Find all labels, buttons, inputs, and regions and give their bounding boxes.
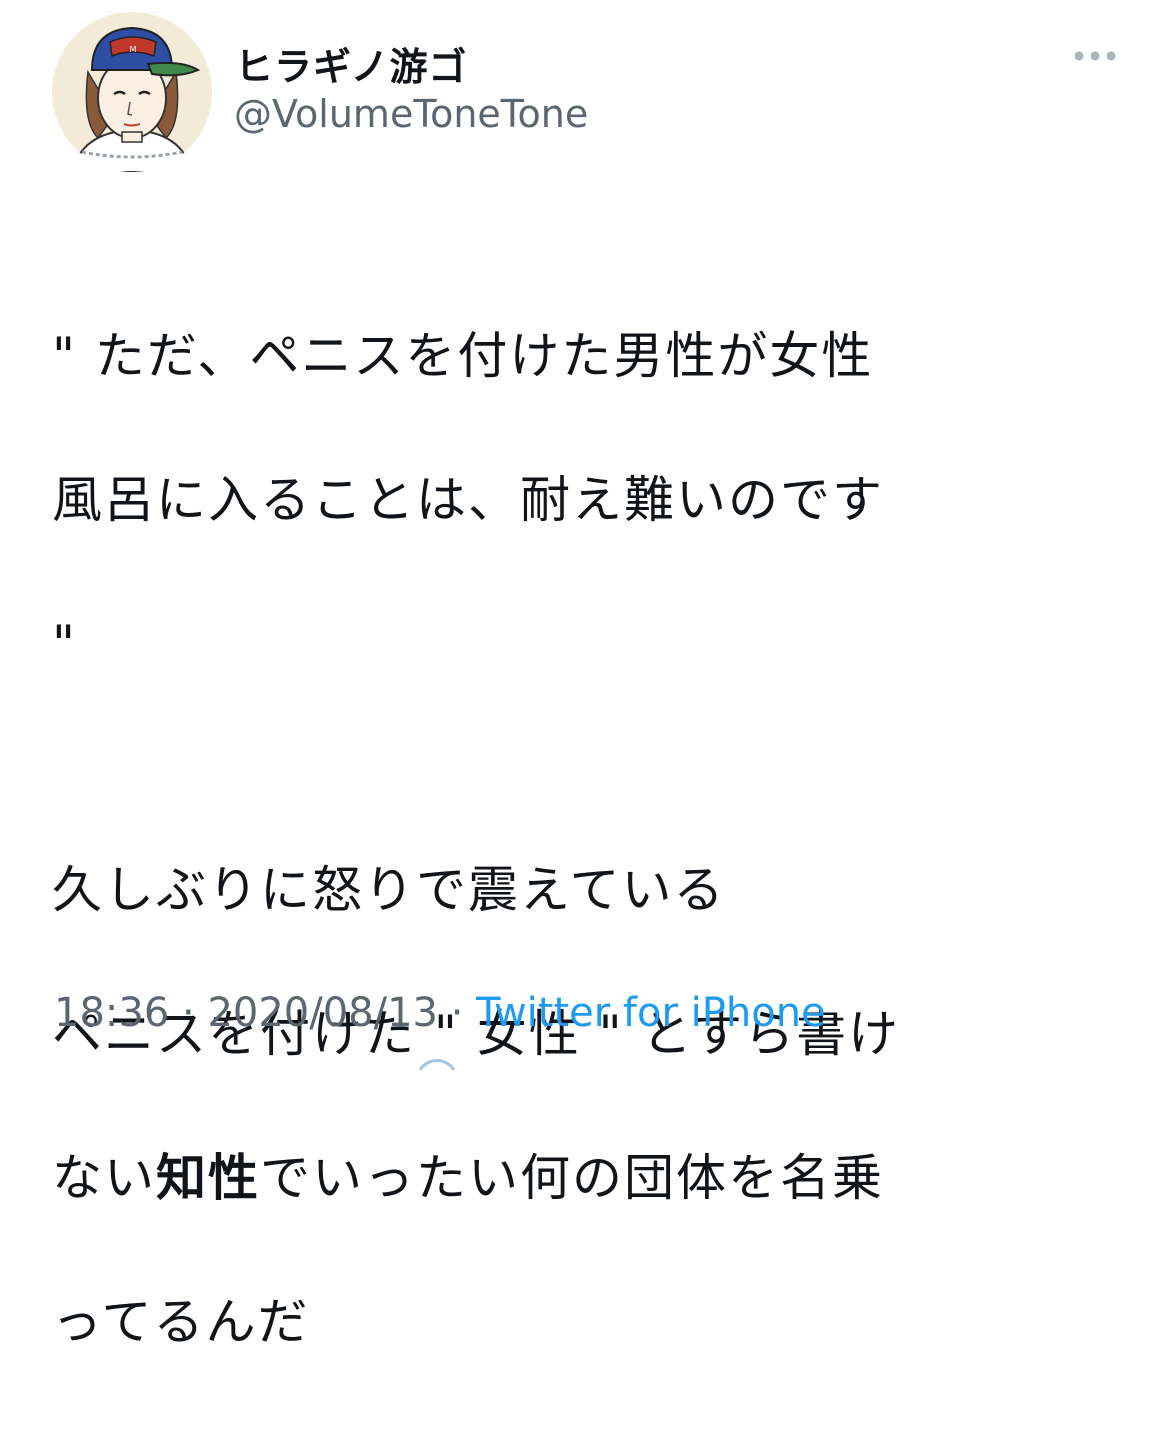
more-dots-icon[interactable] — [1072, 44, 1118, 68]
meta-separator: · — [169, 990, 208, 1036]
tweet-line: ってるんだ — [52, 1293, 310, 1351]
display-name[interactable]: ヒラギノ游ゴ — [235, 36, 467, 91]
loading-spinner-icon — [418, 1059, 456, 1071]
tweet-time[interactable]: 18:36 — [54, 990, 169, 1036]
tweet-line-mixed: ない知性でいったい何の団体を名乗 — [52, 1142, 1142, 1214]
tweet-line: 風呂に入ることは、耐え難いのです — [52, 471, 884, 529]
tweet-bold-word: 知性 — [156, 1149, 260, 1207]
tweet-fragment: でいったい何の団体を名乗 — [260, 1149, 884, 1207]
tweet-line: 久しぶりに怒りで震えている — [52, 861, 726, 919]
svg-text:M: M — [130, 45, 137, 54]
tweet-fragment: ない — [52, 1149, 156, 1207]
avatar-illustration-icon: M — [52, 12, 212, 172]
tweet-line: " ただ、ペニスを付けた男性が女性 — [52, 327, 874, 385]
user-handle[interactable]: @VolumeToneTone — [234, 92, 588, 136]
tweet-source-link[interactable]: Twitter for iPhone — [476, 990, 826, 1036]
tweet-text: " ただ、ペニスを付けた男性が女性 風呂に入ることは、耐え難いのです " 久しぶ… — [52, 248, 1142, 1430]
avatar[interactable]: M — [52, 12, 212, 172]
tweet-line: " — [52, 615, 77, 673]
tweet: M ヒラギノ游ゴ @VolumeToneTone " ただ、ペニスを付けた男性が… — [0, 0, 1166, 1351]
tweet-date[interactable]: 2020/08/13 — [207, 990, 438, 1036]
